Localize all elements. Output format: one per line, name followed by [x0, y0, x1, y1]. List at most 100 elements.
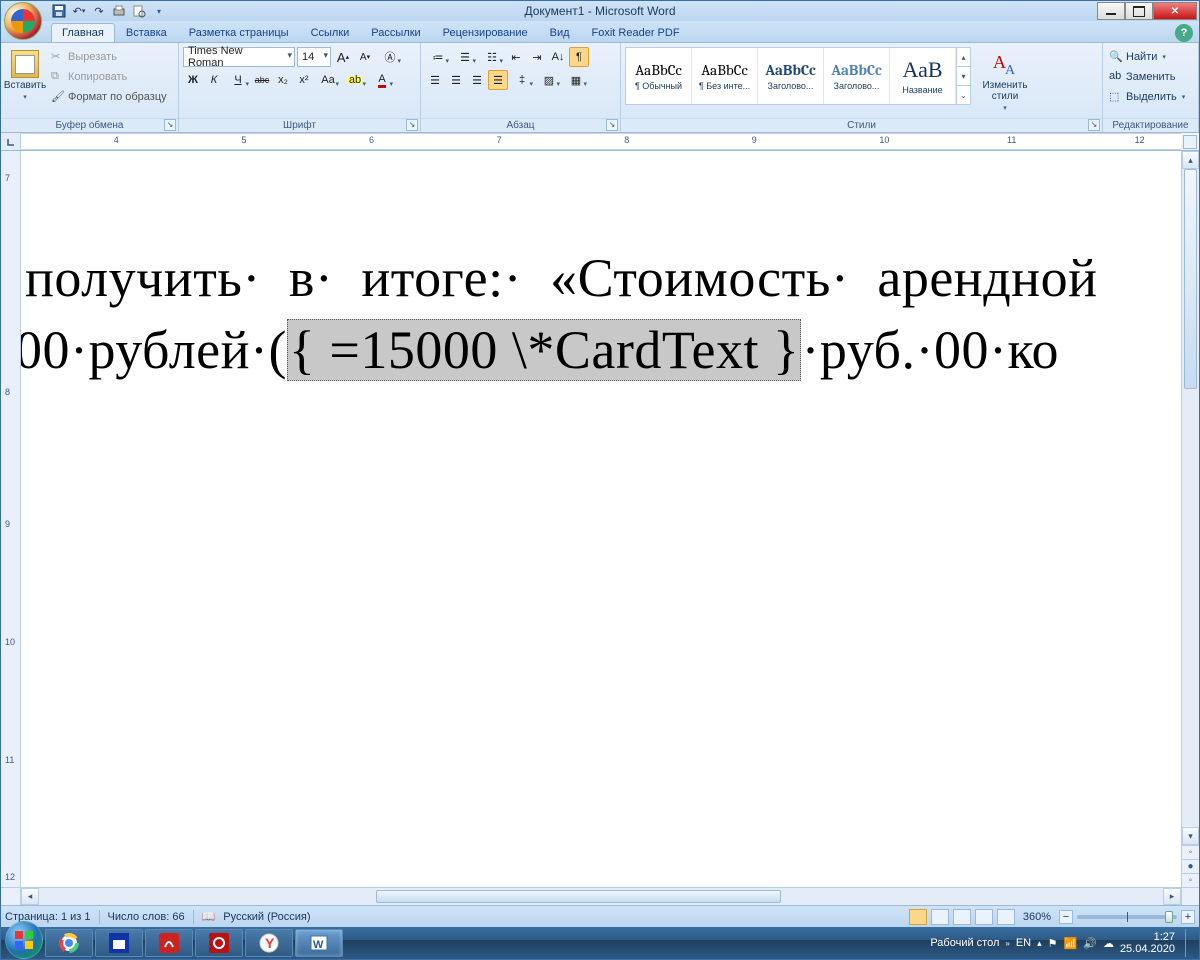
style-title[interactable]: АаВНазвание [890, 48, 956, 104]
next-page-button[interactable]: ◦ [1182, 873, 1199, 887]
tray-up-icon[interactable]: ▴ [1037, 938, 1042, 949]
scroll-left-button[interactable]: ◂ [21, 888, 39, 905]
italic-button[interactable]: К [204, 70, 224, 90]
ruler-vertical[interactable]: 7 8 9 10 11 12 [1, 151, 21, 887]
align-left-button[interactable]: ☰ [425, 70, 445, 90]
select-button[interactable]: ⬚Выделить [1107, 87, 1187, 107]
taskbar-yandex[interactable]: Y [245, 929, 293, 957]
font-size-combo[interactable]: 14 [297, 47, 331, 67]
strikethrough-button[interactable]: abc [252, 70, 272, 90]
tray-clock[interactable]: 1:27 25.04.2020 [1120, 931, 1175, 955]
font-color-button[interactable]: A [369, 70, 395, 90]
show-desktop-button[interactable] [1185, 929, 1195, 957]
tab-selector[interactable] [1, 133, 21, 150]
tab-page-layout[interactable]: Разметка страницы [178, 23, 300, 42]
shading-button[interactable]: ▨ [536, 70, 562, 90]
clipboard-launcher[interactable]: ↘ [164, 119, 176, 131]
decrease-indent-button[interactable]: ⇤ [506, 47, 526, 67]
zoom-slider[interactable] [1077, 915, 1177, 919]
superscript-button[interactable]: x² [294, 70, 314, 90]
line-spacing-button[interactable]: ‡ [509, 70, 535, 90]
help-button[interactable]: ? [1175, 24, 1193, 42]
increase-indent-button[interactable]: ⇥ [527, 47, 547, 67]
change-case-button[interactable]: Aa [315, 70, 341, 90]
style-no-spacing[interactable]: AaBbCc¶ Без инте... [692, 48, 758, 104]
view-draft-button[interactable] [997, 909, 1015, 925]
start-button[interactable] [5, 921, 43, 959]
shrink-font-button[interactable]: A▾ [355, 47, 375, 67]
style-heading2[interactable]: AaBbCcЗаголово... [824, 48, 890, 104]
font-launcher[interactable]: ↘ [406, 119, 418, 131]
taskbar-word[interactable]: W [295, 929, 343, 957]
paragraph-launcher[interactable]: ↘ [606, 119, 618, 131]
borders-button[interactable]: ▦ [563, 70, 589, 90]
align-justify-button[interactable]: ☰ [488, 70, 508, 90]
scroll-h-thumb[interactable] [376, 890, 781, 903]
find-button[interactable]: 🔍Найти [1107, 47, 1168, 67]
show-marks-button[interactable]: ¶ [569, 47, 589, 67]
tab-review[interactable]: Рецензирование [432, 23, 539, 42]
clear-formatting-button[interactable]: Ⓐ [377, 47, 403, 67]
qat-print-preview-icon[interactable] [131, 3, 147, 19]
tab-view[interactable]: Вид [539, 23, 581, 42]
tab-home[interactable]: Главная [51, 23, 115, 42]
gallery-more-button[interactable]: ⌄ [957, 86, 970, 104]
ruler-horizontal[interactable]: 4 5 6 7 8 9 10 11 12 [1, 133, 1199, 151]
copy-button[interactable]: ⧉Копировать [49, 67, 169, 87]
qat-customize-icon[interactable]: ▾ [151, 3, 167, 19]
align-right-button[interactable]: ☰ [467, 70, 487, 90]
tab-mailings[interactable]: Рассылки [360, 23, 431, 42]
scroll-h-track[interactable] [39, 888, 1163, 905]
gallery-down-button[interactable]: ▾ [957, 67, 970, 86]
window-close-button[interactable] [1153, 2, 1197, 20]
align-center-button[interactable]: ☰ [446, 70, 466, 90]
view-web-layout-button[interactable] [953, 909, 971, 925]
highlight-button[interactable]: ab [342, 70, 368, 90]
field-code[interactable]: { =15000 \*CardText } [287, 319, 801, 381]
window-minimize-button[interactable] [1097, 2, 1125, 20]
office-button[interactable] [4, 2, 42, 40]
zoom-in-button[interactable]: + [1181, 910, 1195, 924]
tray-chevron-icon[interactable]: » [1005, 939, 1009, 948]
subscript-button[interactable]: x₂ [273, 70, 293, 90]
tray-volume-icon[interactable]: 🔊 [1083, 937, 1097, 950]
scroll-v-thumb[interactable] [1184, 169, 1197, 389]
status-page[interactable]: Страница: 1 из 1 [5, 911, 91, 923]
zoom-out-button[interactable]: − [1059, 910, 1073, 924]
qat-save-icon[interactable] [51, 3, 67, 19]
replace-button[interactable]: abЗаменить [1107, 67, 1182, 87]
zoom-slider-thumb[interactable] [1165, 911, 1173, 923]
gallery-up-button[interactable]: ▴ [957, 48, 970, 67]
tray-network-icon[interactable]: 📶 [1064, 937, 1078, 950]
tray-flag-icon[interactable]: ⚑ [1048, 937, 1058, 950]
view-outline-button[interactable] [975, 909, 993, 925]
prev-page-button[interactable]: ◦ [1182, 845, 1199, 859]
scroll-v-track[interactable] [1182, 169, 1199, 827]
qat-quick-print-icon[interactable] [111, 3, 127, 19]
change-styles-button[interactable]: AA Изменить стили ▾ [977, 47, 1033, 115]
scroll-right-button[interactable]: ▸ [1163, 888, 1181, 905]
numbering-button[interactable]: ☰ [452, 47, 478, 67]
tab-insert[interactable]: Вставка [115, 23, 178, 42]
font-name-combo[interactable]: Times New Roman [183, 47, 295, 67]
ruler-toggle-button[interactable] [1183, 135, 1197, 149]
qat-redo-icon[interactable]: ↷ [91, 3, 107, 19]
styles-launcher[interactable]: ↘ [1088, 119, 1100, 131]
page[interactable]: получить в итоге: «Стоимость арендной ,0… [21, 151, 1181, 887]
taskbar-totalcmd[interactable] [95, 929, 143, 957]
show-desktop-peek-label[interactable]: Рабочий стол [930, 937, 999, 949]
status-word-count[interactable]: Число слов: 66 [108, 911, 185, 923]
status-language[interactable]: Русский (Россия) [223, 911, 310, 923]
taskbar-chrome[interactable] [45, 929, 93, 957]
grow-font-button[interactable]: A▴ [333, 47, 353, 67]
tab-foxit-pdf[interactable]: Foxit Reader PDF [581, 23, 691, 42]
view-full-screen-button[interactable] [931, 909, 949, 925]
scroll-down-button[interactable]: ▾ [1182, 827, 1199, 845]
tab-references[interactable]: Ссылки [300, 23, 361, 42]
paste-button[interactable]: Вставить ▾ [5, 47, 45, 104]
style-heading1[interactable]: AaBbCcЗаголово... [758, 48, 824, 104]
multilevel-button[interactable]: ☷ [479, 47, 505, 67]
tray-onedrive-icon[interactable]: ☁ [1103, 937, 1114, 950]
sort-button[interactable]: A↓ [548, 47, 568, 67]
cut-button[interactable]: ✂Вырезать [49, 47, 169, 67]
